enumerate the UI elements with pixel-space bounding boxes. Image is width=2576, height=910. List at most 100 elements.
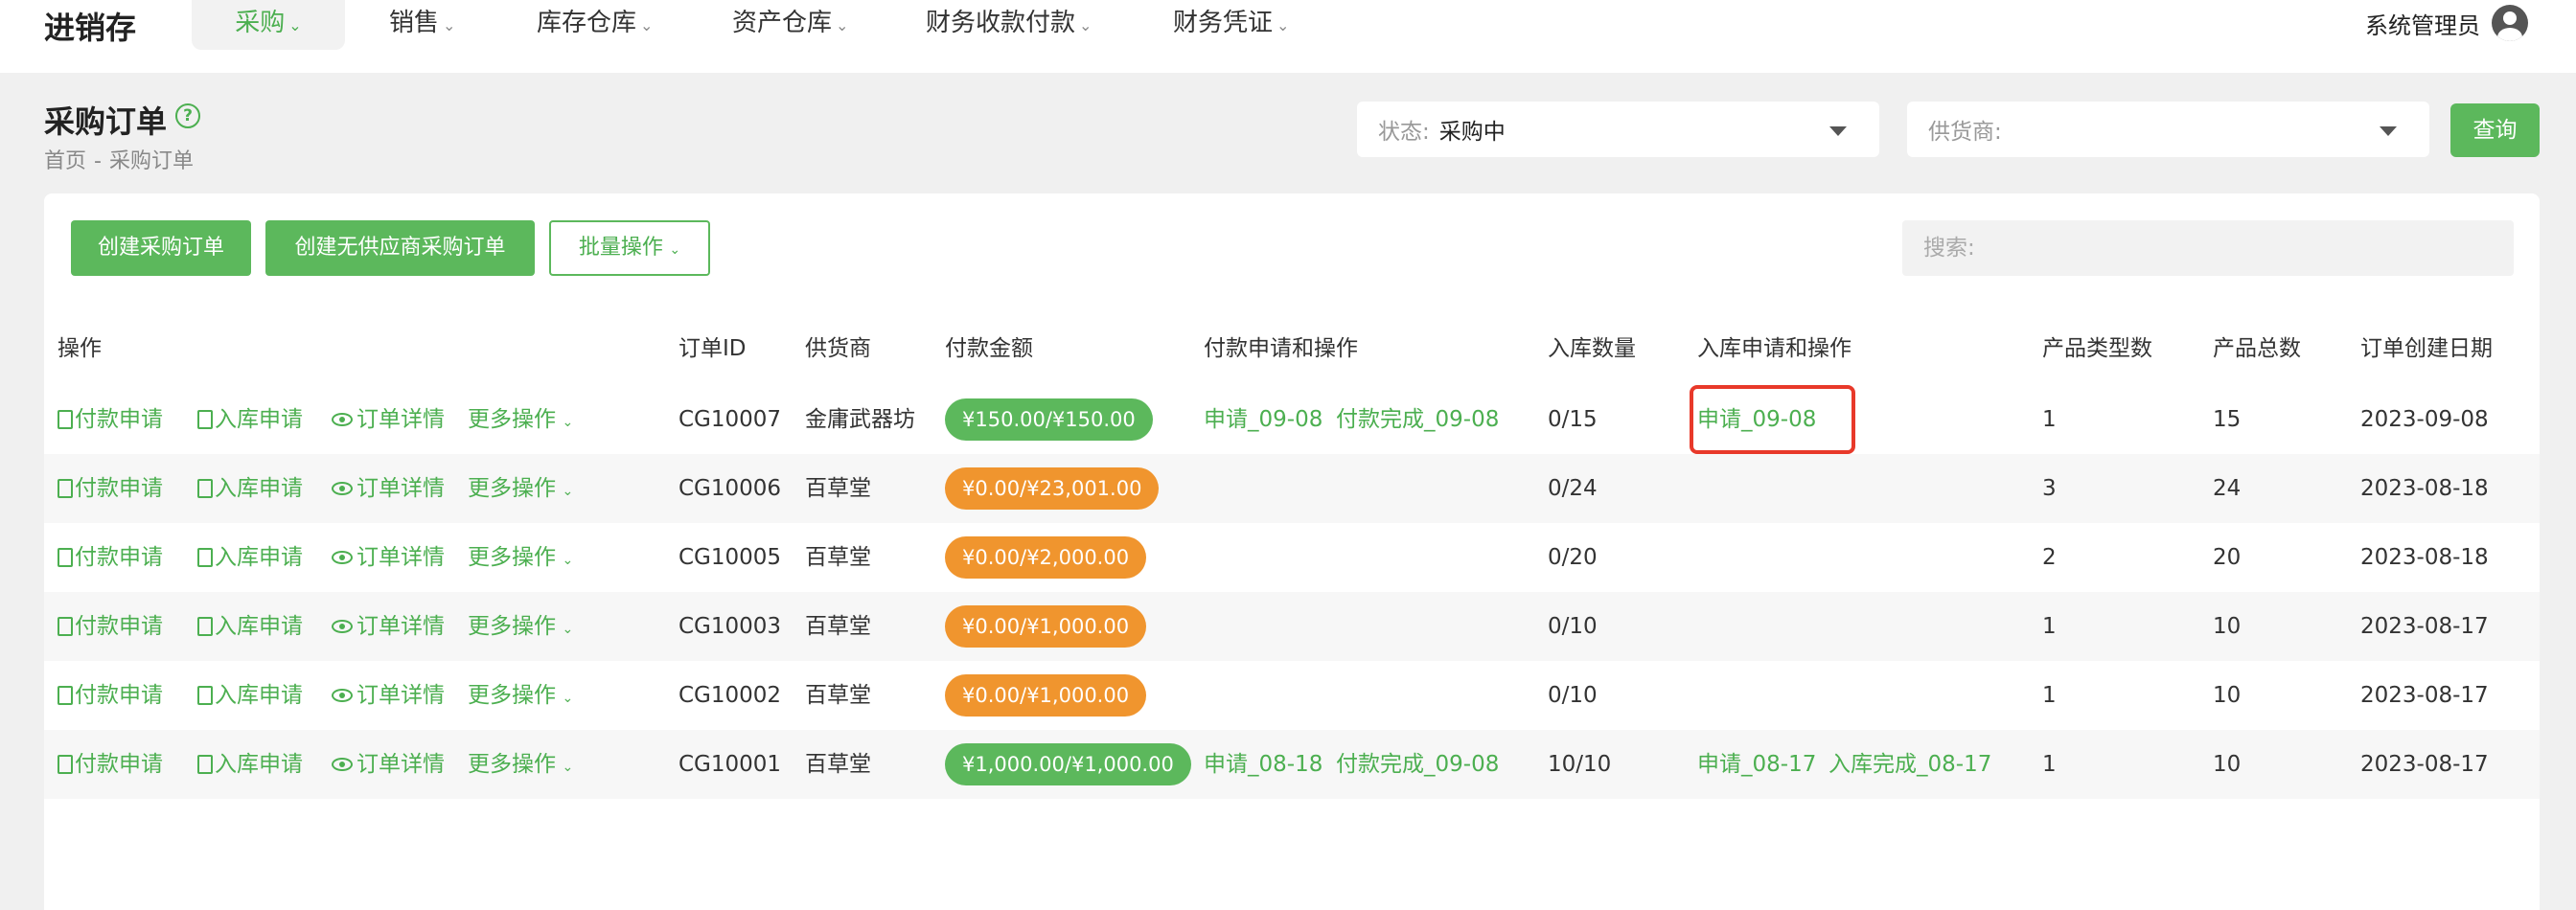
order-detail-link[interactable]: 订单详情 bbox=[332, 385, 445, 454]
action-label: 更多操作 bbox=[468, 614, 556, 639]
edit-icon bbox=[58, 548, 73, 567]
product-types-cell: 1 bbox=[2042, 614, 2057, 639]
stock-apply-link[interactable]: 入库申请 bbox=[197, 730, 303, 799]
help-icon[interactable]: ? bbox=[175, 103, 200, 128]
pay-apply-link[interactable]: 付款申请 bbox=[58, 661, 163, 730]
stock-qty-cell: 0/10 bbox=[1548, 614, 1598, 639]
pay-done-record[interactable]: 付款完成_09-08 bbox=[1336, 730, 1499, 799]
supplier-select[interactable]: 供货商: bbox=[1907, 102, 2429, 157]
nav-item-inventory[interactable]: 库存仓库 ⌄ bbox=[518, 0, 672, 50]
amount-badge: ¥0.00/¥1,000.00 bbox=[945, 674, 1147, 717]
product-total-cell: 24 bbox=[2213, 476, 2242, 501]
pay-apply-record[interactable]: 申请_09-08 bbox=[1204, 385, 1322, 454]
breadcrumb-separator: - bbox=[94, 149, 102, 173]
order-detail-link[interactable]: 订单详情 bbox=[332, 592, 445, 661]
product-types-cell: 3 bbox=[2042, 476, 2057, 501]
user-menu[interactable]: 系统管理员 bbox=[2365, 4, 2528, 42]
table-row: 付款申请 入库申请 订单详情 更多操作 ⌄ CG10005 百草堂 ¥0.00/¥2,000… bbox=[44, 523, 2540, 592]
eye-icon bbox=[332, 689, 353, 702]
order-id-cell: CG10003 bbox=[678, 614, 782, 639]
more-actions-link[interactable]: 更多操作 ⌄ bbox=[468, 385, 573, 454]
more-actions-link[interactable]: 更多操作 ⌄ bbox=[468, 592, 573, 661]
nav-item-assets[interactable]: 资产仓库 ⌄ bbox=[713, 0, 867, 50]
stock-apply-link[interactable]: 入库申请 bbox=[197, 592, 303, 661]
supplier-cell: 百草堂 bbox=[805, 476, 871, 501]
edit-icon bbox=[197, 479, 213, 498]
created-date-cell: 2023-09-08 bbox=[2360, 407, 2489, 432]
nav-label: 财务收款付款 bbox=[926, 9, 1076, 37]
stock-apply-link[interactable]: 入库申请 bbox=[197, 661, 303, 730]
more-actions-link[interactable]: 更多操作 ⌄ bbox=[468, 730, 573, 799]
eye-icon bbox=[332, 482, 353, 495]
edit-icon bbox=[58, 479, 73, 498]
eye-icon bbox=[332, 551, 353, 564]
pay-apply-record[interactable]: 申请_08-18 bbox=[1204, 730, 1322, 799]
app-logo[interactable]: 进销存 bbox=[44, 4, 136, 48]
search-input[interactable]: 搜索: bbox=[1902, 220, 2514, 276]
amount-badge: ¥150.00/¥150.00 bbox=[945, 398, 1153, 441]
more-actions-link[interactable]: 更多操作 ⌄ bbox=[468, 661, 573, 730]
created-date-cell: 2023-08-18 bbox=[2360, 476, 2489, 501]
nav-item-sales[interactable]: 销售 ⌄ bbox=[370, 0, 474, 50]
action-label: 订单详情 bbox=[356, 407, 445, 432]
nav-label: 库存仓库 bbox=[537, 9, 637, 37]
table-row: 付款申请 入库申请 订单详情 更多操作 ⌄ CG10006 百草堂 ¥0.00/¥23,00… bbox=[44, 454, 2540, 523]
table-row: 付款申请 入库申请 订单详情 更多操作 ⌄ CG10003 百草堂 ¥0.00/¥1,000… bbox=[44, 592, 2540, 661]
edit-icon bbox=[58, 686, 73, 705]
more-actions-link[interactable]: 更多操作 ⌄ bbox=[468, 454, 573, 523]
pay-apply-link[interactable]: 付款申请 bbox=[58, 730, 163, 799]
batch-operation-button[interactable]: 批量操作 ⌄ bbox=[549, 220, 710, 276]
header-created-date: 订单创建日期 bbox=[2360, 336, 2493, 361]
order-detail-link[interactable]: 订单详情 bbox=[332, 661, 445, 730]
breadcrumb-current: 采购订单 bbox=[108, 149, 194, 173]
pay-apply-link[interactable]: 付款申请 bbox=[58, 523, 163, 592]
header-stock-ops: 入库申请和操作 bbox=[1697, 336, 1852, 361]
stock-apply-link[interactable]: 入库申请 bbox=[197, 454, 303, 523]
nav-item-finance[interactable]: 财务收款付款 ⌄ bbox=[907, 0, 1111, 50]
action-label: 更多操作 bbox=[468, 752, 556, 777]
order-detail-link[interactable]: 订单详情 bbox=[332, 454, 445, 523]
batch-label: 批量操作 bbox=[578, 236, 663, 260]
stock-apply-link[interactable]: 入库申请 bbox=[197, 385, 303, 454]
highlight-annotation bbox=[1690, 385, 1855, 454]
breadcrumb-home[interactable]: 首页 bbox=[44, 149, 86, 173]
action-label: 付款申请 bbox=[75, 614, 163, 639]
stock-qty-cell: 0/24 bbox=[1548, 476, 1598, 501]
create-order-button[interactable]: 创建采购订单 bbox=[71, 220, 251, 276]
stock-qty-cell: 0/10 bbox=[1548, 683, 1598, 708]
action-label: 更多操作 bbox=[468, 407, 556, 432]
chevron-down-icon: ⌄ bbox=[664, 242, 681, 258]
create-no-supplier-order-button[interactable]: 创建无供应商采购订单 bbox=[265, 220, 535, 276]
action-label: 入库申请 bbox=[215, 683, 303, 708]
header-order-id: 订单ID bbox=[678, 336, 747, 361]
pay-apply-link[interactable]: 付款申请 bbox=[58, 454, 163, 523]
product-total-cell: 20 bbox=[2213, 545, 2242, 570]
page-title: 采购订单 bbox=[44, 103, 168, 140]
pay-done-record[interactable]: 付款完成_09-08 bbox=[1336, 385, 1499, 454]
status-select[interactable]: 状态: 采购中 bbox=[1357, 102, 1879, 157]
edit-icon bbox=[58, 410, 73, 429]
edit-icon bbox=[197, 617, 213, 636]
order-id-cell: CG10007 bbox=[678, 407, 782, 432]
stock-qty-cell: 10/10 bbox=[1548, 752, 1612, 777]
stock-qty-cell: 0/15 bbox=[1548, 407, 1598, 432]
nav-item-purchase[interactable]: 采购 ⌄ bbox=[192, 0, 345, 50]
chevron-down-icon: ⌄ bbox=[558, 691, 574, 706]
stock-apply-link[interactable]: 入库申请 bbox=[197, 523, 303, 592]
order-detail-link[interactable]: 订单详情 bbox=[332, 523, 445, 592]
query-button[interactable]: 查询 bbox=[2450, 103, 2540, 157]
caret-down-icon bbox=[1829, 126, 1847, 136]
order-detail-link[interactable]: 订单详情 bbox=[332, 730, 445, 799]
pay-apply-link[interactable]: 付款申请 bbox=[58, 592, 163, 661]
header-product-types: 产品类型数 bbox=[2042, 336, 2152, 361]
more-actions-link[interactable]: 更多操作 ⌄ bbox=[468, 523, 573, 592]
nav-item-voucher[interactable]: 财务凭证 ⌄ bbox=[1154, 0, 1308, 50]
pay-apply-link[interactable]: 付款申请 bbox=[58, 385, 163, 454]
action-label: 更多操作 bbox=[468, 476, 556, 501]
edit-icon bbox=[58, 755, 73, 774]
stock-done-record[interactable]: 入库完成_08-17 bbox=[1828, 730, 1991, 799]
eye-icon bbox=[332, 413, 353, 426]
supplier-cell: 百草堂 bbox=[805, 545, 871, 570]
table-row: 付款申请 入库申请 订单详情 更多操作 ⌄ CG10007 金庸武器坊 ¥150.00/¥1… bbox=[44, 385, 2540, 454]
stock-apply-record[interactable]: 申请_08-17 bbox=[1697, 730, 1816, 799]
